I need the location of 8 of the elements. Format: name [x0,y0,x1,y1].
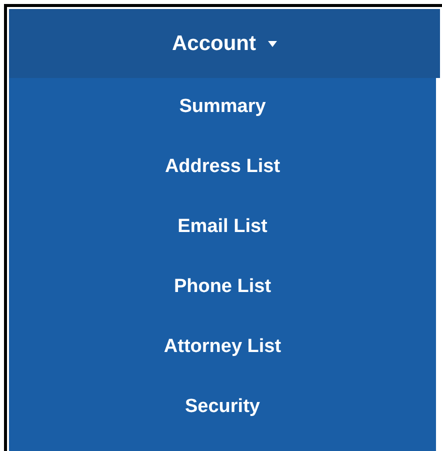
menu-item[interactable]: Phone List [168,268,278,306]
menu-item[interactable]: Security [179,388,266,426]
menu-item[interactable]: Summary [173,88,272,126]
account-dropdown[interactable]: Account [9,9,440,78]
caret-icon [268,40,277,46]
menu-item[interactable]: Attorney List [158,328,288,366]
menu-item[interactable]: Email List [172,208,274,246]
menu-item[interactable]: Address List [158,148,286,186]
